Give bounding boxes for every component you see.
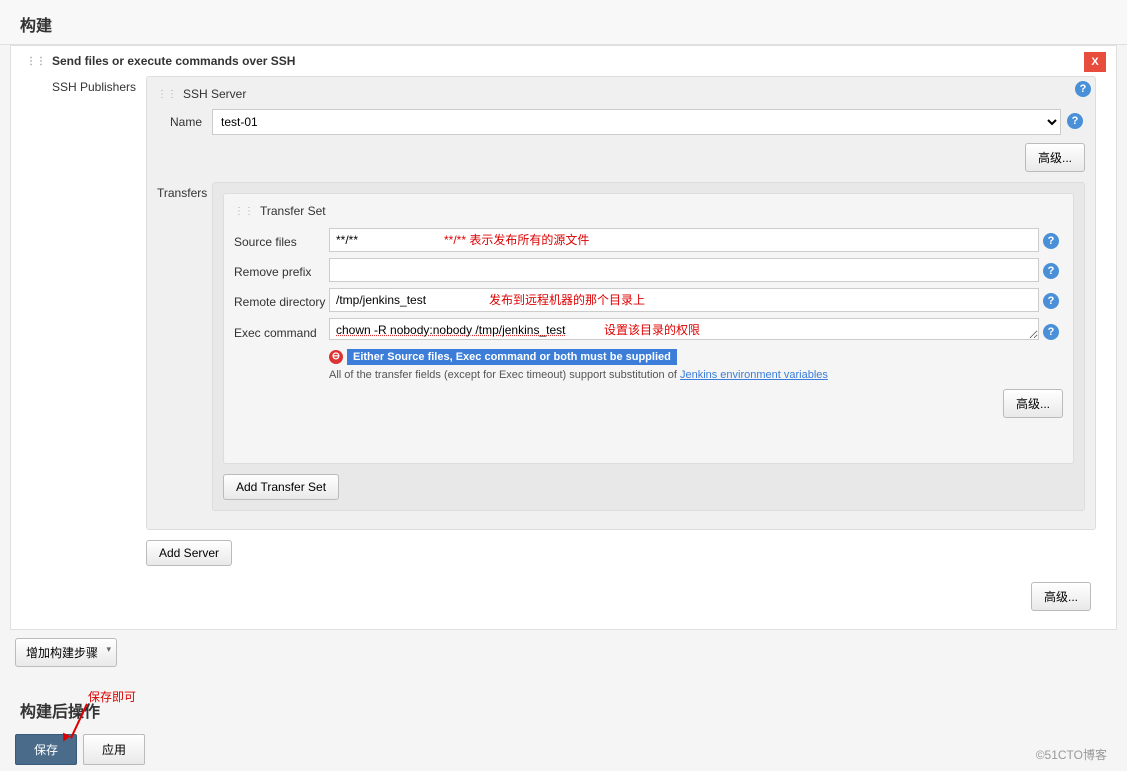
source-files-input[interactable] bbox=[329, 228, 1039, 252]
build-step-header: ⋮⋮ Send files or execute commands over S… bbox=[11, 46, 1116, 76]
save-annotation: 保存即可 bbox=[88, 688, 136, 705]
env-variables-link[interactable]: Jenkins environment variables bbox=[680, 369, 828, 381]
add-transfer-set-button[interactable]: Add Transfer Set bbox=[223, 474, 339, 500]
ssh-server-name-select[interactable]: test-01 bbox=[212, 109, 1061, 135]
build-step-title: Send files or execute commands over SSH bbox=[52, 54, 295, 68]
advanced-button[interactable]: 高级... bbox=[1031, 582, 1091, 611]
transfer-set-box: ⋮⋮ Transfer Set Source files **/** 表示发布所… bbox=[223, 193, 1074, 464]
help-icon[interactable]: ? bbox=[1043, 263, 1059, 279]
advanced-button[interactable]: 高级... bbox=[1025, 143, 1085, 172]
transfers-box: ⋮⋮ Transfer Set Source files **/** 表示发布所… bbox=[212, 182, 1085, 511]
help-icon[interactable]: ? bbox=[1043, 293, 1059, 309]
hint-text: All of the transfer fields (except for E… bbox=[329, 369, 1063, 381]
remote-directory-label: Remote directory bbox=[234, 291, 329, 309]
drag-handle-icon[interactable]: ⋮⋮ bbox=[26, 56, 46, 67]
advanced-button[interactable]: 高级... bbox=[1003, 389, 1063, 418]
drag-handle-icon[interactable]: ⋮⋮ bbox=[157, 89, 177, 100]
build-step-body: ? SSH Publishers ⋮⋮ SSH Server Name test… bbox=[11, 76, 1116, 566]
post-build-title: 构建后操作 bbox=[0, 690, 1127, 728]
ssh-server-box: ⋮⋮ SSH Server Name test-01 ? bbox=[146, 76, 1096, 530]
source-files-label: Source files bbox=[234, 231, 329, 249]
error-icon: ⊖ bbox=[329, 350, 343, 364]
remove-prefix-input[interactable] bbox=[329, 258, 1039, 282]
remove-prefix-label: Remove prefix bbox=[234, 261, 329, 279]
error-message: Either Source files, Exec command or bot… bbox=[347, 349, 677, 365]
remote-directory-input[interactable] bbox=[329, 288, 1039, 312]
add-build-step-button[interactable]: 增加构建步骤 bbox=[15, 638, 117, 667]
help-icon[interactable]: ? bbox=[1067, 113, 1083, 129]
help-icon[interactable]: ? bbox=[1075, 81, 1091, 97]
exec-command-input[interactable] bbox=[329, 318, 1039, 340]
post-build-section: 保存即可 构建后操作 保存 应用 ©51CTO博客 bbox=[0, 690, 1127, 771]
transfer-set-header: Transfer Set bbox=[260, 204, 326, 218]
apply-button[interactable]: 应用 bbox=[83, 734, 145, 765]
ssh-server-header: SSH Server bbox=[183, 87, 246, 101]
name-label: Name bbox=[157, 115, 212, 129]
build-step-container: ⋮⋮ Send files or execute commands over S… bbox=[10, 45, 1117, 630]
transfers-label: Transfers bbox=[157, 182, 212, 200]
help-icon[interactable]: ? bbox=[1043, 324, 1059, 340]
ssh-publishers-label: SSH Publishers bbox=[31, 76, 146, 94]
exec-command-label: Exec command bbox=[234, 322, 329, 340]
help-icon[interactable]: ? bbox=[1043, 233, 1059, 249]
add-server-button[interactable]: Add Server bbox=[146, 540, 232, 566]
close-button[interactable]: X bbox=[1084, 52, 1106, 72]
drag-handle-icon[interactable]: ⋮⋮ bbox=[234, 206, 254, 217]
build-section-title: 构建 bbox=[0, 0, 1127, 45]
watermark: ©51CTO博客 bbox=[1036, 746, 1107, 763]
